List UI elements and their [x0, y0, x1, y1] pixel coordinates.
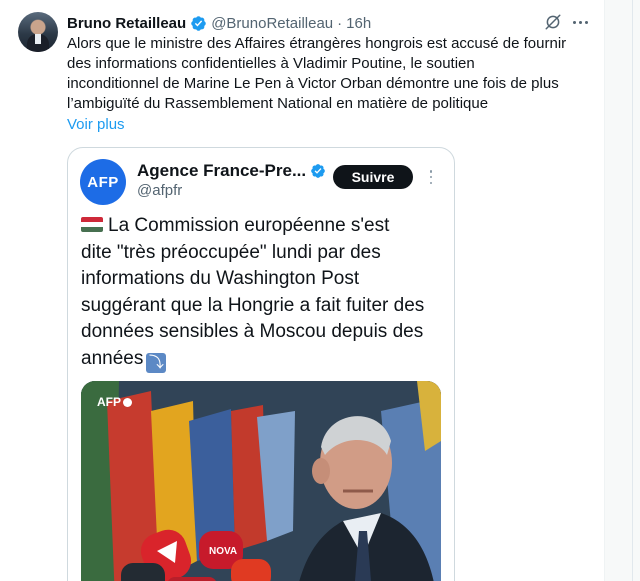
- quoted-text-line-0: La Commission européenne s'est: [81, 213, 451, 240]
- quoted-text-line-5: années ⤵: [81, 346, 451, 373]
- more-icon[interactable]: [429, 170, 433, 184]
- photo-illustration: NOVA: [81, 381, 441, 581]
- tweet-text-line: inconditionnel de Marine Le Pen à Victor…: [67, 75, 559, 92]
- microphone-label: NOVA: [209, 546, 237, 557]
- tweet-text-line: des informations confidentielles à Vladi…: [67, 55, 475, 72]
- author-name[interactable]: Bruno Retailleau: [67, 15, 186, 32]
- photo-watermark-text: AFP: [97, 395, 121, 409]
- hungary-flag-icon: [81, 217, 103, 232]
- quoted-text-line: données sensibles à Moscou depuis des: [81, 321, 424, 342]
- afp-logo-text: AFP: [87, 173, 119, 191]
- tweet-text-line: l’ambiguïté du Rassemblement National en…: [67, 95, 489, 112]
- tweet-text: Alors que le ministre des Affaires étran…: [67, 34, 597, 114]
- quoted-text-line: suggérant que la Hongrie a fait fuiter d…: [81, 294, 425, 316]
- tweet-time[interactable]: 16h: [346, 15, 371, 32]
- tweet-text-line: Alors que le ministre des Affaires étran…: [67, 35, 567, 52]
- author-handle[interactable]: @BrunoRetailleau: [211, 15, 333, 32]
- quoted-text: La Commission européenne s'est dite "trè…: [81, 213, 451, 373]
- more-icon[interactable]: [570, 13, 590, 31]
- feed-column: Bruno Retailleau @BrunoRetailleau · 16h …: [0, 0, 605, 581]
- quoted-name-row: Agence France-Pre...: [137, 161, 326, 181]
- header-separator: ·: [337, 14, 343, 32]
- right-sidebar-edge: [605, 0, 640, 581]
- grok-icon[interactable]: [544, 13, 562, 31]
- verified-badge-icon: [311, 164, 325, 178]
- afp-avatar[interactable]: AFP: [80, 159, 126, 205]
- verified-badge-icon: [191, 15, 206, 31]
- quoted-photo[interactable]: NOVA AFP: [81, 381, 441, 581]
- quoted-text-line: dite "très préoccupée" lundi par des: [81, 241, 381, 263]
- tweet-header: Bruno Retailleau @BrunoRetailleau · 16h: [67, 13, 371, 33]
- quoted-text-line: années: [81, 347, 144, 369]
- quoted-text-line: La Commission européenne s'est: [108, 215, 390, 236]
- quoted-tweet-card[interactable]: AFP Agence France-Pre... @afpfr Suivre L…: [67, 147, 455, 581]
- quoted-author-handle[interactable]: @afpfr: [137, 182, 182, 199]
- arrow-down-icon: ⤵: [146, 352, 167, 373]
- photo-watermark: AFP: [97, 395, 132, 409]
- quoted-text-line: informations du Washington Post: [81, 268, 360, 289]
- follow-button[interactable]: Suivre: [333, 165, 413, 189]
- author-avatar[interactable]: [18, 12, 58, 52]
- quoted-author-name[interactable]: Agence France-Pre...: [137, 161, 306, 181]
- show-more-link[interactable]: Voir plus: [67, 115, 125, 135]
